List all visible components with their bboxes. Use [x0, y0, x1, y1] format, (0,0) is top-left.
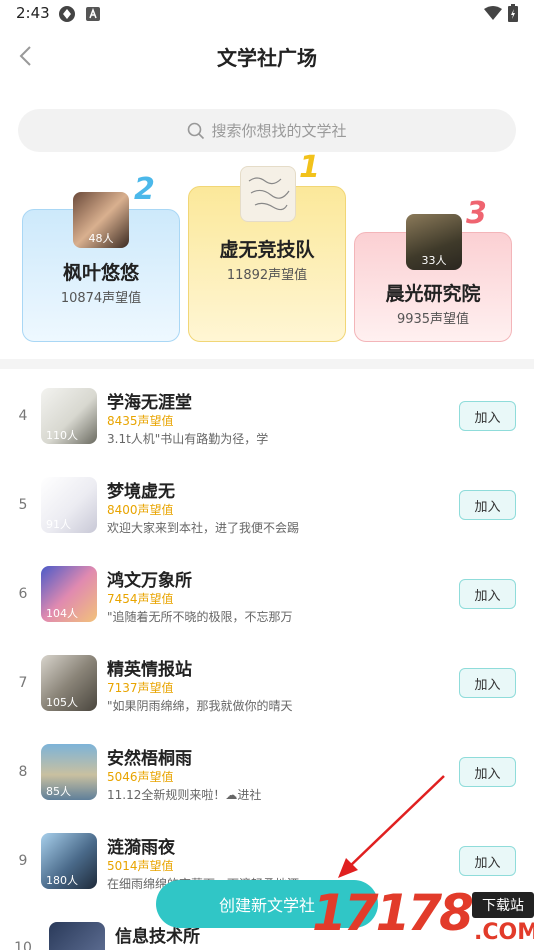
reputation: 7137声望值	[107, 681, 174, 695]
battery-icon	[508, 4, 518, 22]
description: 11.12全新规则来啦！☁进社	[107, 788, 262, 802]
member-count: 85人	[46, 785, 71, 798]
watermark-domain: .COM	[474, 920, 534, 945]
join-button[interactable]: 加入	[459, 401, 516, 431]
member-count: 180人	[46, 874, 78, 887]
description: 欢迎大家来到本社，进了我便不会踢	[107, 521, 300, 535]
podium-name: 虚无竞技队	[219, 239, 315, 261]
reputation: 7454声望值	[107, 592, 174, 606]
podium-reputation: 9935声望值	[396, 312, 470, 327]
rank-number: 7	[18, 675, 28, 691]
reputation: 8435声望值	[107, 414, 174, 428]
avatar: 104人	[41, 566, 97, 622]
member-count: 104人	[46, 607, 78, 620]
text-app-icon	[86, 7, 100, 21]
rank-number: 9	[18, 853, 28, 869]
watermark-tag: 下载站	[472, 892, 534, 918]
avatar: 110人	[41, 388, 97, 444]
member-count: 48人	[88, 232, 114, 245]
annotation-arrow-icon	[338, 775, 445, 878]
podium-reputation: 11892声望值	[226, 268, 308, 283]
podium-reputation: 10874声望值	[60, 291, 142, 306]
society-name: 涟漪雨夜	[107, 838, 175, 858]
society-name: 鸿文万象所	[107, 571, 192, 591]
member-count: 33人	[421, 254, 447, 267]
description: "如果阴雨绵绵，那我就做你的晴天	[107, 699, 293, 713]
rank-badge-3: 3	[466, 196, 487, 231]
app-notification-icon	[59, 6, 75, 22]
nav-bar: 文学社广场	[0, 30, 534, 82]
society-name: 梦境虚无	[107, 482, 175, 502]
reputation: 8400声望值	[107, 503, 174, 517]
podium-name: 晨光研究院	[385, 283, 481, 305]
description: 3.1t人机"书山有路勤为径，学	[107, 432, 269, 446]
avatar: 105人	[41, 655, 97, 711]
avatar[interactable]	[240, 166, 296, 222]
avatar[interactable]: 48人	[73, 192, 129, 248]
reputation: 5046声望值	[107, 770, 174, 784]
list-item[interactable]: 7 105人 精英情报站 7137声望值 "如果阴雨绵绵，那我就做你的晴天 加入	[0, 639, 534, 728]
list-item[interactable]: 8 85人 安然梧桐雨 5046声望值 11.12全新规则来啦！☁进社 加入	[0, 728, 534, 817]
page-title: 文学社广场	[217, 46, 317, 70]
list-item[interactable]: 4 110人 学海无涯堂 8435声望值 3.1t人机"书山有路勤为径，学 加入	[0, 372, 534, 461]
avatar[interactable]: 33人	[406, 214, 462, 270]
rank-number: 8	[18, 764, 28, 780]
podium-name: 枫叶悠悠	[62, 262, 139, 284]
description: "追随着无所不晓的极限，不忘那万	[107, 610, 293, 624]
join-button[interactable]: 加入	[459, 579, 516, 609]
list-item[interactable]: 6 104人 鸿文万象所 7454声望值 "追随着无所不晓的极限，不忘那万 加入	[0, 550, 534, 639]
rank-badge-2: 2	[134, 172, 155, 207]
avatar: 180人	[41, 833, 97, 889]
rank-badge-1: 1	[299, 150, 320, 185]
search-placeholder: 搜索你想找的文学社	[211, 122, 347, 140]
join-button[interactable]: 加入	[459, 490, 516, 520]
rank-number: 10	[14, 940, 32, 950]
search-icon	[188, 122, 205, 139]
handwriting-image	[248, 177, 290, 211]
watermark-number: 17178	[312, 884, 474, 942]
avatar: 91人	[41, 477, 97, 533]
status-bar: 2:43	[0, 0, 534, 28]
avatar: 85人	[41, 744, 97, 800]
rank-number: 5	[18, 497, 28, 513]
society-name: 安然梧桐雨	[107, 749, 192, 769]
society-name: 学海无涯堂	[107, 393, 192, 413]
rank-number: 4	[18, 408, 28, 424]
rank-number: 6	[18, 586, 28, 602]
avatar	[49, 922, 105, 950]
society-name: 精英情报站	[107, 660, 192, 680]
section-divider	[0, 359, 534, 369]
join-button[interactable]: 加入	[459, 846, 516, 876]
member-count: 91人	[46, 518, 71, 531]
wifi-icon	[484, 6, 502, 20]
member-count: 105人	[46, 696, 78, 709]
list-item[interactable]: 5 91人 梦境虚无 8400声望值 欢迎大家来到本社，进了我便不会踢 加入	[0, 461, 534, 550]
join-button[interactable]: 加入	[459, 757, 516, 787]
watermark-logo: 17178 下载站 .COM	[312, 880, 534, 950]
status-time: 2:43	[16, 4, 50, 22]
reputation: 5014声望值	[107, 859, 174, 873]
join-button[interactable]: 加入	[459, 668, 516, 698]
member-count: 110人	[46, 429, 78, 442]
search-input[interactable]: 搜索你想找的文学社	[18, 109, 516, 152]
